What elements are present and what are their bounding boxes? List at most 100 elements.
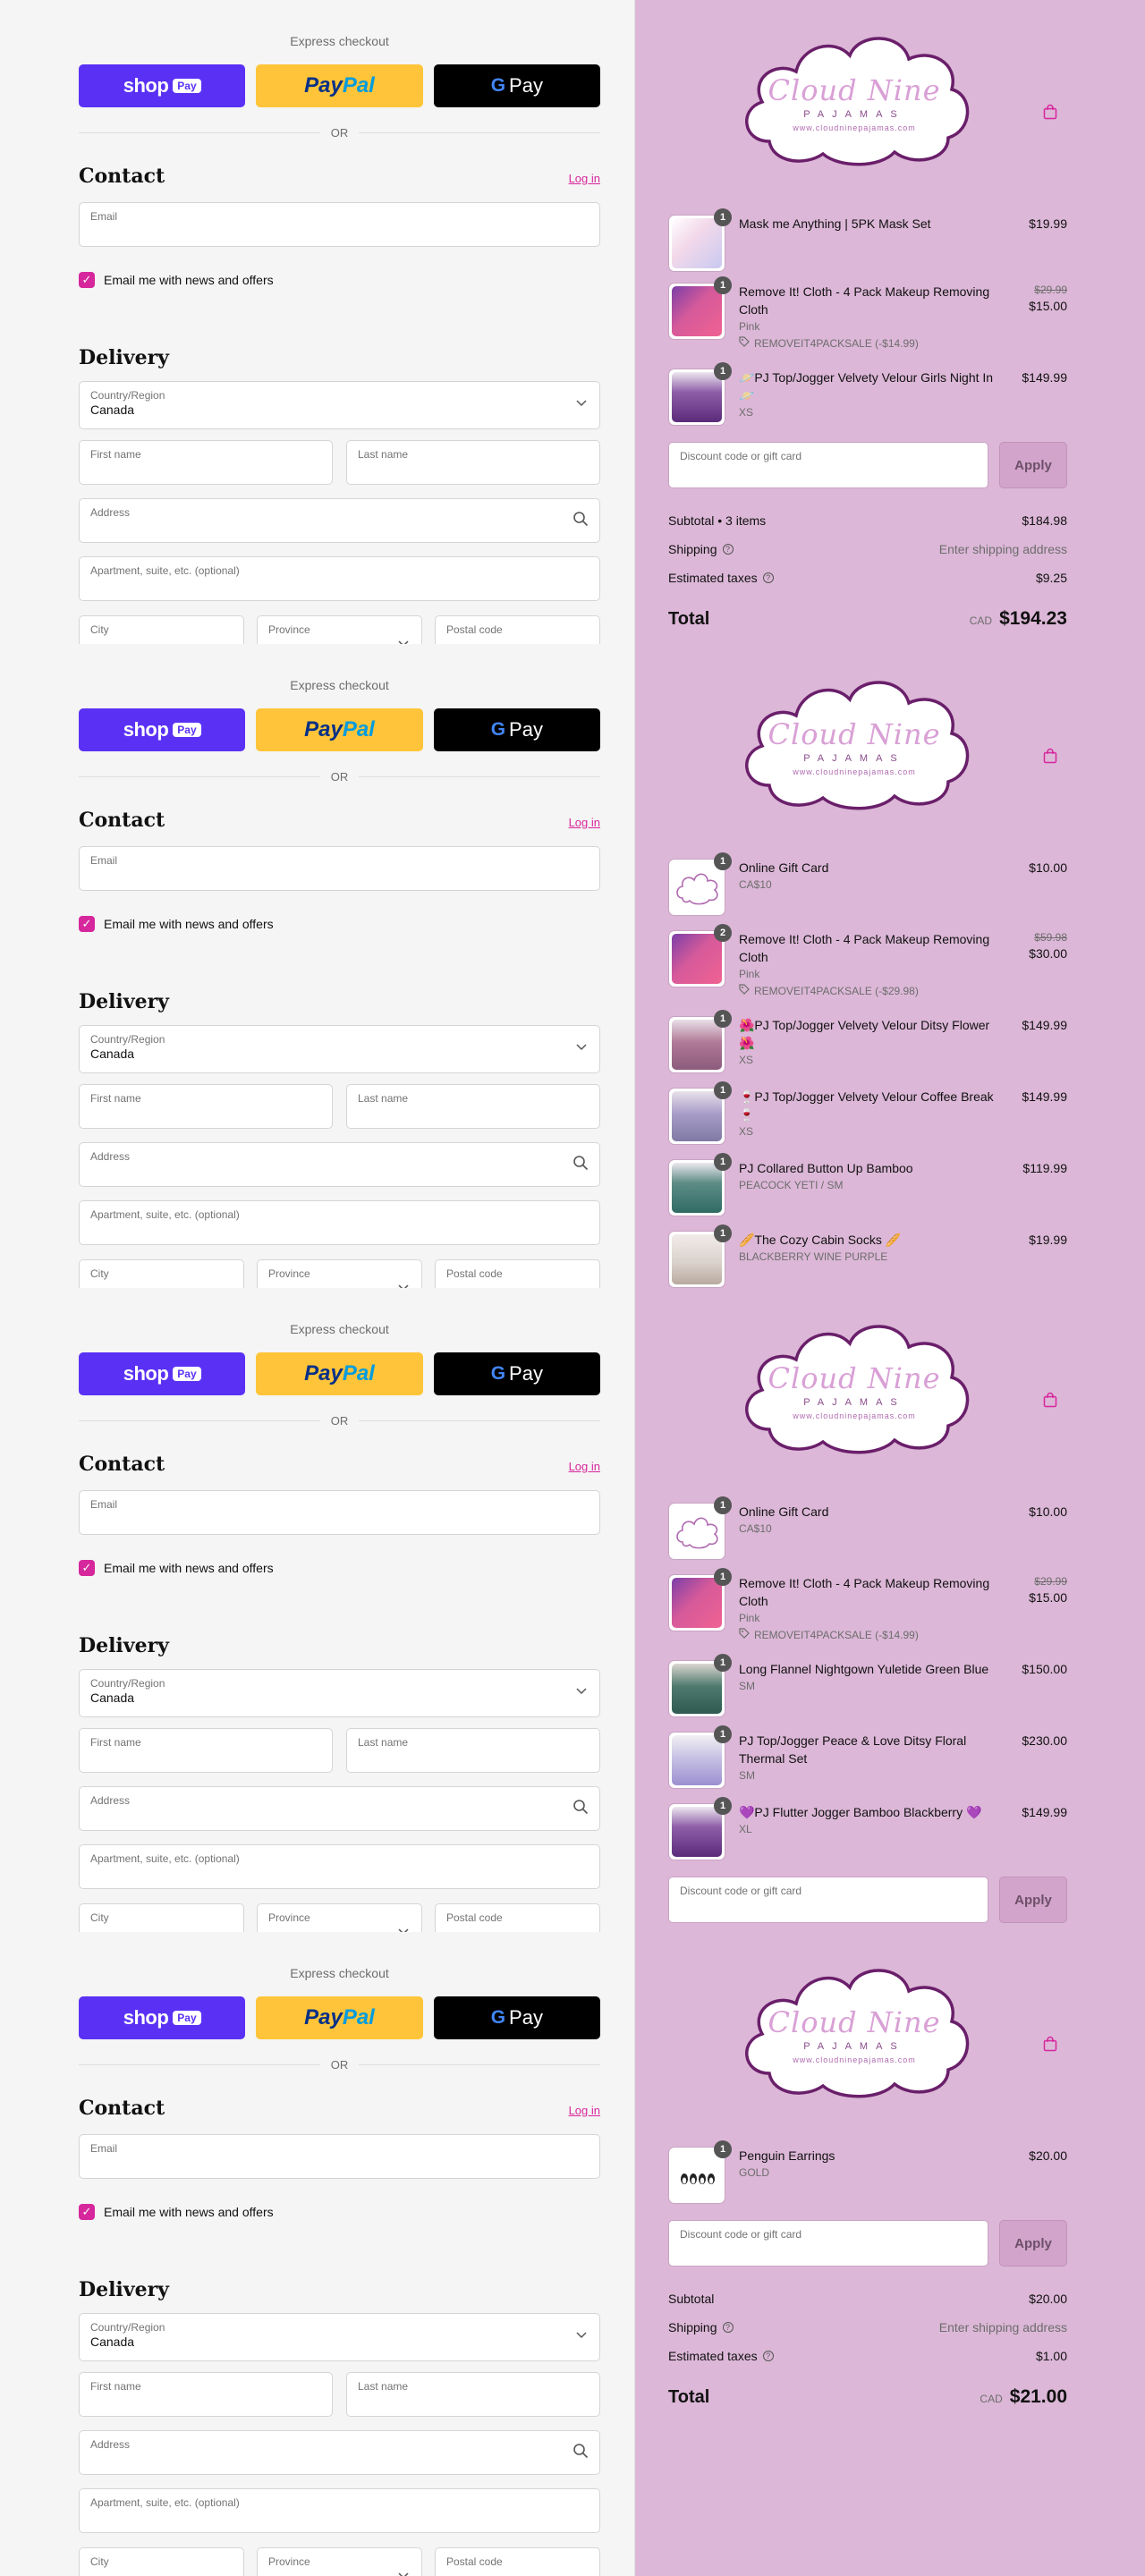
shopping-bag-icon[interactable] [1042,748,1058,768]
paypal-wordmark: PayPal [304,1361,375,1385]
log-in-link[interactable]: Log in [569,816,600,829]
city-field[interactable]: City [79,2547,244,2576]
address-field[interactable]: Address [79,1786,600,1831]
logo-title: Cloud Nine [768,73,941,107]
log-in-link[interactable]: Log in [569,2104,600,2117]
chevron-down-icon [576,1683,587,1698]
shop-pay-wordmark: shop [123,718,169,741]
apartment-field[interactable]: Apartment, suite, etc. (optional) [79,2488,600,2533]
shop-pay-button[interactable]: shop Pay [79,64,246,107]
item-info: Online Gift Card CA$10 [739,859,1005,891]
log-in-link[interactable]: Log in [569,172,600,185]
apply-discount-button[interactable]: Apply [999,2220,1067,2267]
google-pay-button[interactable]: G Pay [433,64,600,107]
product-thumbnail: 1 [668,1010,732,1073]
product-thumbnail: 1 [668,276,732,340]
address-field[interactable]: Address [79,2430,600,2475]
country-select[interactable]: Country/Region Canada [79,2313,600,2361]
address-field[interactable]: Address [79,498,600,543]
postal-code-field[interactable]: Postal code [435,615,600,644]
province-select[interactable]: Province [257,615,422,644]
newsletter-checkbox[interactable]: ✓ [79,916,95,932]
item-prices: $19.99 [1005,1231,1067,1249]
last-name-field[interactable]: Last name [346,1084,600,1129]
discount-code-input[interactable]: Discount code or gift card [668,1877,988,1923]
shop-pay-button[interactable]: shop Pay [79,1996,246,2039]
quantity-badge: 1 [714,852,732,870]
paypal-button[interactable]: PayPal [256,64,423,107]
divider-line [359,1419,600,1421]
google-pay-button[interactable]: G Pay [433,1996,600,2039]
newsletter-checkbox[interactable]: ✓ [79,272,95,288]
item-price: $20.00 [1029,2148,1067,2163]
first-name-field[interactable]: First name [79,2372,333,2417]
question-circle-icon[interactable]: ? [762,572,774,583]
postal-code-field[interactable]: Postal code [435,1259,600,1288]
item-variant: Pink [739,1612,760,1624]
apartment-field[interactable]: Apartment, suite, etc. (optional) [79,1200,600,1245]
email-label: Email [90,1498,118,1511]
question-circle-icon[interactable]: ? [722,2322,734,2333]
city-field[interactable]: City [79,1903,244,1932]
item-info: 🪐PJ Top/Jogger Velvety Velour Girls Nigh… [739,369,1005,419]
google-pay-button[interactable]: G Pay [433,1352,600,1395]
google-g-icon: G [490,719,506,740]
shopping-bag-icon[interactable] [1042,2036,1058,2056]
province-select[interactable]: Province [257,1903,422,1932]
apply-discount-button[interactable]: Apply [999,1877,1067,1923]
apartment-field[interactable]: Apartment, suite, etc. (optional) [79,1844,600,1889]
cloud-nine-logo[interactable]: Cloud Nine PAJAMAS www.cloudninepajamas.… [734,671,975,814]
last-name-field[interactable]: Last name [346,440,600,485]
discount-code-input[interactable]: Discount code or gift card [668,2220,988,2267]
email-field[interactable]: Email [79,202,600,247]
paypal-button[interactable]: PayPal [256,1996,423,2039]
discount-code-input[interactable]: Discount code or gift card [668,442,988,488]
email-field[interactable]: Email [79,1490,600,1535]
paypal-button[interactable]: PayPal [256,1352,423,1395]
email-field[interactable]: Email [79,2134,600,2179]
google-pay-wordmark: Pay [509,74,543,97]
question-circle-icon[interactable]: ? [722,544,734,555]
postal-code-field[interactable]: Postal code [435,2547,600,2576]
shopping-bag-icon[interactable] [1042,1392,1058,1412]
item-name: Remove It! Cloth - 4 Pack Makeup Removin… [739,1576,990,1608]
item-prices: $10.00 [1005,1503,1067,1521]
shop-pay-button[interactable]: shop Pay [79,1352,246,1395]
google-pay-button[interactable]: G Pay [433,708,600,751]
city-field[interactable]: City [79,1259,244,1288]
postal-code-field[interactable]: Postal code [435,1903,600,1932]
item-original-price: $29.99 [1034,1575,1067,1588]
log-in-link[interactable]: Log in [569,1460,600,1473]
apartment-field[interactable]: Apartment, suite, etc. (optional) [79,556,600,601]
paypal-button[interactable]: PayPal [256,708,423,751]
address-field[interactable]: Address [79,1142,600,1187]
last-name-field[interactable]: Last name [346,2372,600,2417]
first-name-field[interactable]: First name [79,1728,333,1773]
question-circle-icon[interactable]: ? [762,2351,774,2361]
chevron-down-icon [398,1924,409,1932]
country-select[interactable]: Country/Region Canada [79,1025,600,1073]
last-name-field[interactable]: Last name [346,1728,600,1773]
province-select[interactable]: Province [257,1259,422,1288]
province-select[interactable]: Province [257,2547,422,2576]
shopping-bag-icon[interactable] [1042,104,1058,124]
chevron-down-icon [398,636,409,644]
item-name: Remove It! Cloth - 4 Pack Makeup Removin… [739,932,990,964]
first-name-field[interactable]: First name [79,440,333,485]
country-select[interactable]: Country/Region Canada [79,381,600,429]
cloud-nine-logo[interactable]: Cloud Nine PAJAMAS www.cloudninepajamas.… [734,27,975,170]
cloud-nine-logo[interactable]: Cloud Nine PAJAMAS www.cloudninepajamas.… [734,1959,975,2102]
cloud-nine-logo[interactable]: Cloud Nine PAJAMAS www.cloudninepajamas.… [734,1315,975,1458]
newsletter-row: ✓ Email me with news and offers [79,2204,274,2220]
newsletter-checkbox[interactable]: ✓ [79,2204,95,2220]
country-select[interactable]: Country/Region Canada [79,1669,600,1717]
email-field[interactable]: Email [79,846,600,891]
first-name-field[interactable]: First name [79,1084,333,1129]
shop-pay-button[interactable]: shop Pay [79,708,246,751]
discount-code: REMOVEIT4PACKSALE (-$14.99) [754,336,919,350]
apply-discount-button[interactable]: Apply [999,442,1067,488]
product-thumbnail: 1 [668,1568,732,1631]
newsletter-checkbox[interactable]: ✓ [79,1560,95,1576]
product-image [672,1506,722,1556]
city-field[interactable]: City [79,615,244,644]
